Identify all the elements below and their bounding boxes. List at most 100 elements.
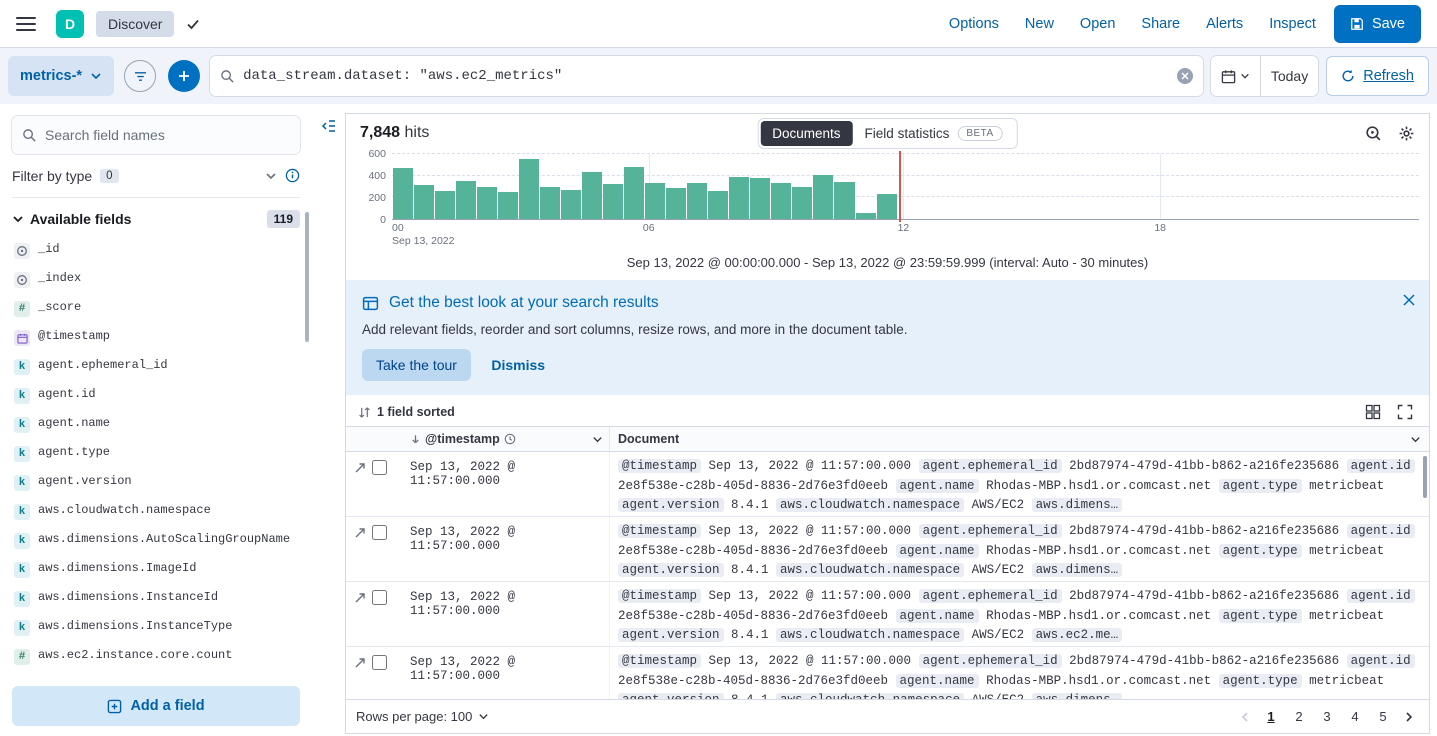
histogram-bar[interactable]: [498, 192, 518, 219]
sorted-fields-button[interactable]: 1 field sorted: [358, 405, 455, 419]
expand-document-icon[interactable]: [354, 527, 366, 539]
menu-icon[interactable]: [16, 17, 36, 31]
display-options-icon[interactable]: [1365, 404, 1381, 420]
field-item[interactable]: kaws.dimensions.AutoScalingGroupName: [12, 526, 300, 555]
histogram-bar[interactable]: [519, 159, 539, 219]
row-checkbox[interactable]: [372, 590, 387, 605]
field-type-keyword-icon: k: [14, 504, 30, 520]
expand-document-icon[interactable]: [354, 592, 366, 604]
histogram-bar[interactable]: [666, 188, 686, 219]
previous-page-icon[interactable]: [1235, 711, 1255, 723]
histogram-bar[interactable]: [645, 183, 665, 219]
histogram-bar[interactable]: [877, 194, 897, 219]
page-button-2[interactable]: 2: [1287, 705, 1311, 729]
collapse-sidebar-icon[interactable]: [320, 118, 336, 134]
page-button-3[interactable]: 3: [1315, 705, 1339, 729]
histogram-bar[interactable]: [856, 213, 876, 220]
histogram-bar[interactable]: [729, 177, 749, 219]
histogram-bar[interactable]: [435, 191, 455, 219]
field-item[interactable]: kaws.dimensions.ImageId: [12, 555, 300, 584]
expand-document-icon[interactable]: [354, 657, 366, 669]
page-button-5[interactable]: 5: [1371, 705, 1395, 729]
space-avatar[interactable]: D: [56, 10, 84, 38]
field-item[interactable]: kagent.id: [12, 381, 300, 410]
histogram-bar[interactable]: [414, 185, 434, 219]
rows-per-page-button[interactable]: Rows per page: 100: [356, 709, 489, 724]
page-button-4[interactable]: 4: [1343, 705, 1367, 729]
histogram-bar[interactable]: [687, 183, 707, 219]
field-item[interactable]: kagent.name: [12, 410, 300, 439]
histogram-bar[interactable]: [792, 187, 812, 220]
add-filter-button[interactable]: [168, 60, 200, 92]
fullscreen-icon[interactable]: [1397, 404, 1413, 420]
histogram-bar[interactable]: [708, 191, 728, 219]
refresh-button[interactable]: Refresh: [1326, 56, 1429, 96]
field-item[interactable]: _index: [12, 265, 300, 294]
sidebar-scrollbar[interactable]: [305, 212, 309, 342]
field-item[interactable]: #_score: [12, 294, 300, 323]
save-button[interactable]: Save: [1334, 5, 1421, 43]
histogram-bar[interactable]: [540, 187, 560, 220]
info-icon[interactable]: [285, 168, 300, 183]
filter-by-type-select[interactable]: Filter by type 0: [12, 168, 277, 184]
tab-documents[interactable]: Documents: [760, 121, 852, 146]
y-axis-labels: 0200400600: [356, 154, 392, 220]
field-item[interactable]: kagent.ephemeral_id: [12, 352, 300, 381]
histogram-bar[interactable]: [456, 181, 476, 219]
row-checkbox[interactable]: [372, 460, 387, 475]
timestamp-column-header[interactable]: @timestamp: [404, 427, 610, 451]
histogram-bar[interactable]: [561, 190, 581, 219]
histogram-bar[interactable]: [624, 167, 644, 219]
next-page-icon[interactable]: [1399, 711, 1419, 723]
clear-query-icon[interactable]: [1177, 68, 1193, 84]
histogram-bar[interactable]: [834, 182, 854, 219]
nav-link-inspect[interactable]: Inspect: [1269, 16, 1316, 32]
field-item[interactable]: kagent.type: [12, 439, 300, 468]
histogram-bar[interactable]: [603, 184, 623, 219]
tab-field-statistics[interactable]: Field statistics BETA: [853, 121, 1015, 146]
row-checkbox[interactable]: [372, 525, 387, 540]
document-column-header[interactable]: Document: [610, 432, 1429, 446]
nav-link-options[interactable]: Options: [949, 16, 999, 32]
field-item[interactable]: kaws.dimensions.InstanceId: [12, 584, 300, 613]
query-input[interactable]: [243, 68, 1169, 84]
checkmark-icon[interactable]: [186, 17, 200, 31]
date-quick-select-button[interactable]: [1211, 56, 1260, 96]
nav-link-alerts[interactable]: Alerts: [1206, 16, 1243, 32]
expand-document-icon[interactable]: [354, 462, 366, 474]
take-the-tour-button[interactable]: Take the tour: [362, 349, 471, 381]
nav-link-share[interactable]: Share: [1141, 16, 1180, 32]
available-fields-header[interactable]: Available fields 119: [12, 198, 300, 236]
histogram-bar[interactable]: [813, 175, 833, 219]
field-item[interactable]: kaws.dimensions.InstanceType: [12, 613, 300, 642]
field-item[interactable]: kaws.cloudwatch.namespace: [12, 497, 300, 526]
histogram-bar[interactable]: [771, 183, 791, 219]
filter-menu-button[interactable]: [124, 60, 156, 92]
breadcrumb[interactable]: Discover: [96, 11, 174, 37]
field-search-input[interactable]: [45, 127, 290, 143]
histogram-bar[interactable]: [750, 178, 770, 219]
field-badge: agent.ephemeral_id: [919, 524, 1062, 538]
field-item[interactable]: #aws.ec2.instance.core.count: [12, 642, 300, 671]
data-view-picker[interactable]: metrics-*: [8, 56, 114, 96]
nav-link-new[interactable]: New: [1025, 16, 1054, 32]
table-row: Sep 13, 2022 @ 11:57:00.000@timestamp Se…: [346, 647, 1429, 699]
gear-icon[interactable]: [1398, 125, 1415, 142]
histogram-bar[interactable]: [477, 187, 497, 220]
field-item[interactable]: kagent.version: [12, 468, 300, 497]
histogram-bar[interactable]: [393, 168, 413, 219]
page-button-1[interactable]: 1: [1259, 705, 1283, 729]
close-icon[interactable]: [1403, 294, 1415, 306]
table-scrollbar[interactable]: [1423, 456, 1427, 498]
field-item[interactable]: _id: [12, 236, 300, 265]
nav-link-open[interactable]: Open: [1080, 16, 1115, 32]
histogram-bar[interactable]: [582, 172, 602, 219]
date-range-button[interactable]: Today: [1260, 56, 1318, 96]
row-checkbox[interactable]: [372, 655, 387, 670]
chart-options-icon[interactable]: [1365, 125, 1382, 142]
dismiss-button[interactable]: Dismiss: [491, 357, 545, 373]
add-field-button[interactable]: Add a field: [12, 686, 300, 726]
chevron-down-icon[interactable]: [1410, 434, 1421, 445]
field-item[interactable]: @timestamp: [12, 323, 300, 352]
chevron-down-icon[interactable]: [592, 434, 603, 445]
